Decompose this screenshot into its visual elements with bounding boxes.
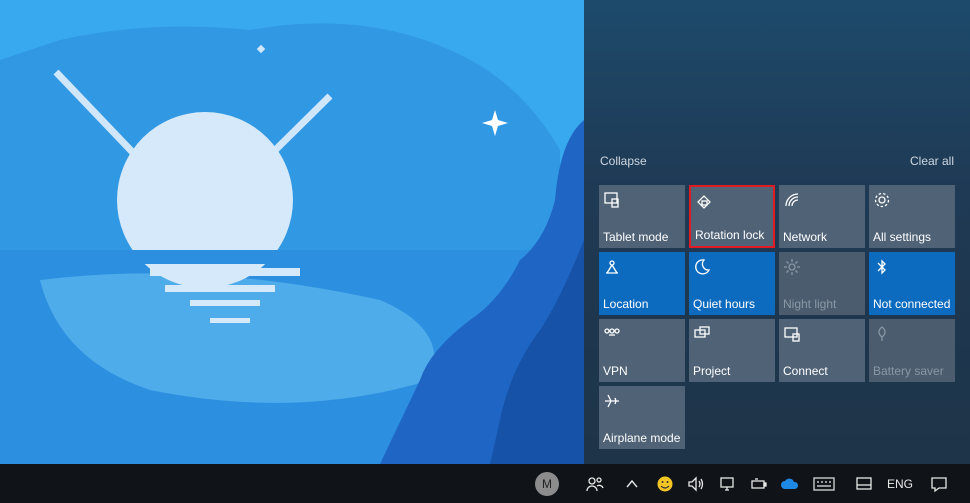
tile-label: Rotation lock: [695, 228, 765, 242]
notification-icon: [931, 476, 947, 492]
tile-bluetooth[interactable]: Not connected: [869, 252, 955, 315]
tile-connect[interactable]: Connect: [779, 319, 865, 382]
desktop-wallpaper: [0, 0, 584, 464]
tile-night-light[interactable]: Night light: [779, 252, 865, 315]
tile-label: Not connected: [873, 297, 951, 311]
battery-icon: [751, 477, 767, 489]
tile-vpn[interactable]: VPN: [599, 319, 685, 382]
volume-icon: [688, 475, 704, 492]
touch-keyboard-button[interactable]: [810, 464, 838, 503]
gear-icon: [874, 192, 890, 208]
airplane-icon: [605, 394, 619, 408]
emoji-tray-button[interactable]: [653, 464, 677, 503]
keyboard-icon: [813, 476, 835, 491]
tile-label: Quiet hours: [693, 297, 756, 311]
tile-label: Location: [603, 297, 649, 311]
clear-all-button[interactable]: Clear all: [910, 154, 954, 168]
action-center-header: Collapse Clear all: [600, 154, 954, 170]
battery-saver-icon: [878, 326, 886, 341]
windows-ink-button[interactable]: [852, 464, 876, 503]
action-center-button[interactable]: [924, 464, 954, 503]
tile-all-settings[interactable]: All settings: [869, 185, 955, 248]
project-icon: [694, 326, 710, 338]
avatar: M: [535, 471, 559, 496]
connect-icon: [784, 327, 800, 342]
tile-project[interactable]: Project: [689, 319, 775, 382]
tile-label: Tablet mode: [603, 230, 669, 244]
taskbar: M ENG: [0, 464, 970, 503]
people-button[interactable]: [582, 464, 608, 503]
onedrive-button[interactable]: [778, 464, 802, 503]
tile-label: Project: [693, 364, 731, 378]
tile-label: Network: [783, 230, 828, 244]
tile-label: Airplane mode: [603, 431, 681, 445]
network-status-icon: [720, 476, 734, 491]
display-icon: [856, 476, 872, 490]
show-hidden-icons-button[interactable]: [621, 464, 643, 503]
bluetooth-icon: [877, 259, 886, 275]
user-avatar-button[interactable]: M: [533, 464, 561, 503]
action-center-panel: Collapse Clear all Tablet mode Rotation …: [584, 0, 970, 464]
tile-battery-saver[interactable]: Battery saver: [869, 319, 955, 382]
location-icon: [606, 260, 618, 274]
collapse-button[interactable]: Collapse: [600, 154, 647, 168]
tile-network[interactable]: Network: [779, 185, 865, 248]
volume-button[interactable]: [684, 464, 708, 503]
emoji-icon: [657, 476, 673, 491]
chevron-up-icon: [626, 479, 638, 487]
tablet-mode-icon: [604, 192, 619, 208]
moon-icon: [695, 259, 711, 275]
network-icon: [785, 193, 799, 207]
tile-rotation-lock[interactable]: Rotation lock: [689, 185, 775, 248]
rotation-lock-icon: [697, 195, 711, 209]
tile-label: VPN: [603, 364, 628, 378]
tile-label: Connect: [783, 364, 828, 378]
vpn-icon: [604, 328, 620, 336]
input-language-button[interactable]: ENG: [884, 464, 916, 503]
sun-icon: [784, 259, 800, 275]
tile-location[interactable]: Location: [599, 252, 685, 315]
tile-quiet-hours[interactable]: Quiet hours: [689, 252, 775, 315]
cloud-icon: [781, 478, 799, 489]
people-icon: [586, 476, 604, 491]
battery-button[interactable]: [747, 464, 771, 503]
tile-tablet-mode[interactable]: Tablet mode: [599, 185, 685, 248]
tile-label: Battery saver: [873, 364, 944, 378]
tile-label: All settings: [873, 230, 932, 244]
tile-label: Night light: [783, 297, 837, 311]
tile-airplane-mode[interactable]: Airplane mode: [599, 386, 685, 449]
network-tray-button[interactable]: [716, 464, 740, 503]
